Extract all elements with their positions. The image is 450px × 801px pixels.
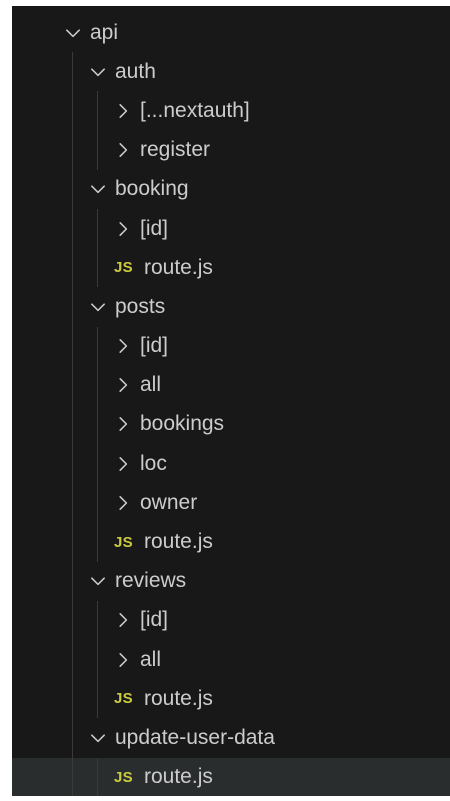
tree-folder-item[interactable]: [...nextauth] [12,91,450,131]
chevron-down-icon[interactable] [87,296,109,318]
tree-folder-item[interactable]: bookings [12,404,450,445]
tree-item-label: route.js [144,686,213,710]
chevron-right-icon[interactable] [112,374,134,396]
tree-folder-item[interactable]: loc [12,444,450,484]
indent-guide [72,444,73,484]
tree-file-item[interactable]: JS route.js [12,522,450,562]
tree-folder-item[interactable]: auth [12,52,450,92]
tree-item-label: auth [115,59,156,83]
tree-item-label: route.js [144,530,213,554]
tree-item-label: posts [115,294,166,318]
tree-file-item[interactable]: JS route.js [12,757,450,796]
indent-guide [97,522,98,562]
indent-guide [97,404,98,445]
indent-guide [72,718,73,758]
chevron-right-icon[interactable] [112,139,134,161]
indent-guide [72,91,73,131]
chevron-right-icon[interactable] [112,335,134,357]
tree-item-label: register [140,138,211,162]
indent-guide [97,91,98,131]
tree-folder-item[interactable]: booking [12,169,450,209]
tree-item-label: update-user-data [115,725,275,749]
indent-guide [72,522,73,562]
indent-guide [97,483,98,523]
tree-item-label: bookings [140,412,225,436]
tree-folder-item[interactable]: [id] [12,326,450,366]
js-file-icon: JS [114,259,133,277]
chevron-right-icon[interactable] [112,453,134,475]
tree-folder-item[interactable]: [id] [12,208,450,249]
indent-guide [72,130,73,170]
tree-folder-item[interactable]: reviews [12,561,450,601]
indent-guide [97,600,98,640]
tree-item-label: [id] [140,334,169,358]
indent-guide [72,52,73,92]
indent-guide [97,640,98,680]
indent-guide [72,757,73,796]
tree-item-label: owner [140,490,198,514]
indent-guide [72,561,73,601]
chevron-down-icon[interactable] [87,570,109,592]
tree-folder-item[interactable]: all [12,365,450,405]
chevron-right-icon[interactable] [112,100,134,122]
chevron-right-icon[interactable] [112,492,134,514]
indent-guide [97,444,98,484]
tree-item-label: all [140,373,162,397]
indent-guide [97,679,98,719]
indent-guide [97,248,98,288]
tree-folder-item[interactable]: api [12,13,450,52]
indent-guide [97,326,98,366]
tree-folder-item[interactable]: owner [12,483,450,523]
tree-folder-item[interactable]: all [12,640,450,680]
tree-item-label: [id] [140,608,169,632]
tree-item-label: route.js [144,255,213,279]
chevron-right-icon[interactable] [112,218,134,240]
indent-guide [72,483,73,523]
js-file-icon: JS [114,533,133,551]
indent-guide [97,208,98,249]
tree-folder-item[interactable]: [id] [12,600,450,640]
indent-guide [72,640,73,680]
chevron-down-icon[interactable] [87,178,109,200]
indent-guide [72,600,73,640]
chevron-down-icon[interactable] [62,22,84,44]
indent-guide [97,130,98,170]
chevron-right-icon[interactable] [112,413,134,435]
indent-guide [72,679,73,719]
chevron-right-icon[interactable] [112,609,134,631]
js-file-icon: JS [114,768,133,786]
indent-guide [97,757,98,796]
tree-item-label: booking [115,177,189,201]
tree-item-label: reviews [115,569,187,593]
indent-guide [72,326,73,366]
file-explorer: api auth [...nextauth] register booking [id] J… [12,6,450,796]
tree-folder-item[interactable]: register [12,130,450,170]
tree-folder-item[interactable]: posts [12,287,450,327]
indent-guide [97,365,98,405]
chevron-down-icon[interactable] [87,61,109,83]
indent-guide [72,169,73,209]
js-file-icon: JS [114,690,133,708]
tree-folder-item[interactable]: update-user-data [12,718,450,758]
tree-file-item[interactable]: JS route.js [12,679,450,719]
tree-item-label: loc [140,451,167,475]
indent-guide [72,248,73,288]
indent-guide [72,208,73,249]
indent-guide [72,287,73,327]
tree-file-item[interactable]: JS route.js [12,248,450,288]
tree-item-label: all [140,647,162,671]
file-tree: api auth [...nextauth] register booking [id] J… [12,13,450,796]
chevron-down-icon[interactable] [87,727,109,749]
tree-item-label: [...nextauth] [140,98,250,122]
indent-guide [72,365,73,405]
indent-guide [72,404,73,445]
tree-item-label: route.js [144,765,213,789]
tree-item-label: api [90,20,119,44]
chevron-right-icon[interactable] [112,649,134,671]
tree-item-label: [id] [140,216,169,240]
